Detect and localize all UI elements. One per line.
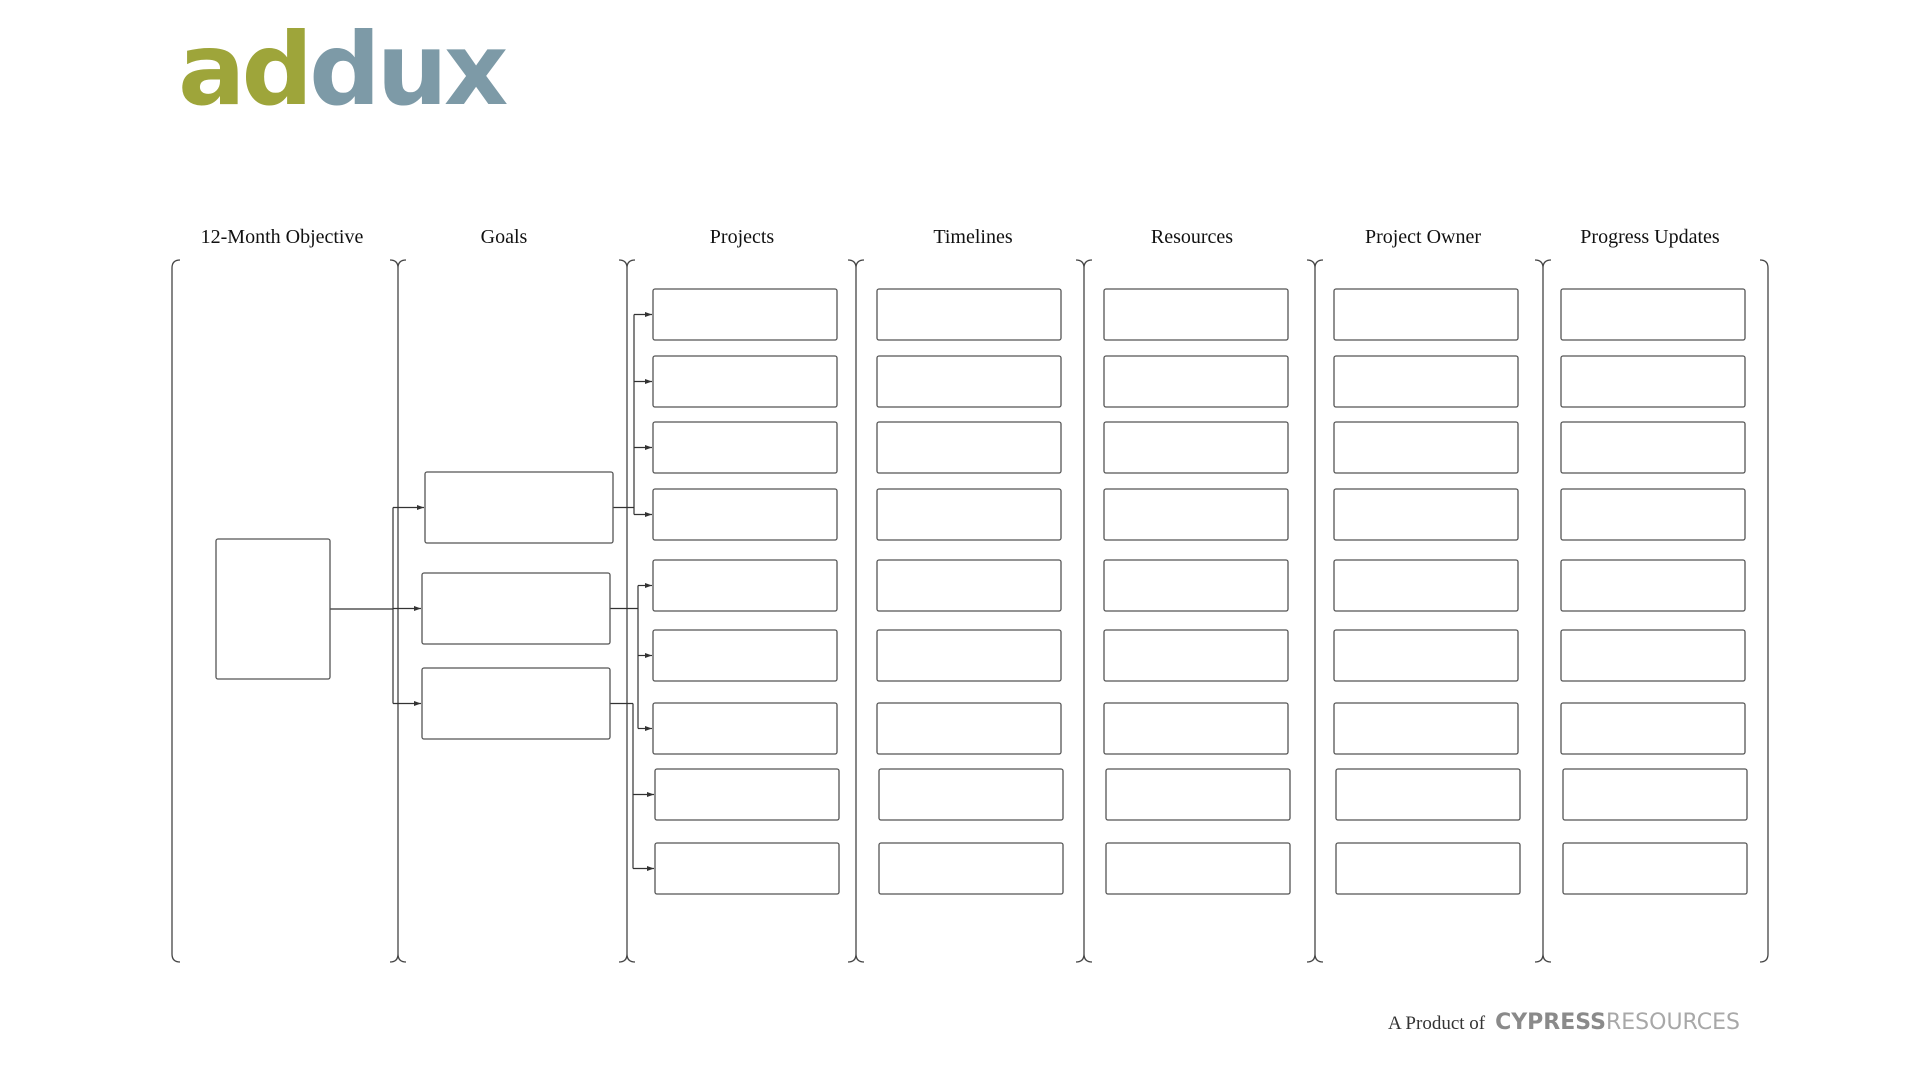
resource-box [1103,488,1289,541]
project-owner-box [1333,629,1519,682]
project-owner-box [1333,488,1519,541]
resource-box [1103,702,1289,755]
resource-box [1103,355,1289,408]
project-owner-box [1333,288,1519,341]
progress-update-box [1562,768,1748,821]
goal-box [421,667,611,740]
progress-update-box [1562,842,1748,895]
project-owner-box [1333,702,1519,755]
timeline-box [876,629,1062,682]
project-owner-box [1333,559,1519,612]
project-box [652,702,838,755]
project-owner-box [1335,768,1521,821]
column-divider [1534,259,1552,963]
footer-prefix: A Product of [1388,1013,1486,1034]
resource-box [1103,288,1289,341]
project-box [652,421,838,474]
progress-update-box [1560,559,1746,612]
resource-box [1103,421,1289,474]
resource-box [1105,768,1291,821]
column-divider [847,259,865,963]
timeline-box [876,421,1062,474]
timeline-box [876,559,1062,612]
planning-diagram [171,259,1769,963]
timeline-box [878,768,1064,821]
progress-update-box [1560,421,1746,474]
resource-box [1103,629,1289,682]
progress-update-box [1560,488,1746,541]
resource-box [1103,559,1289,612]
project-box [654,768,840,821]
project-owner-box [1333,355,1519,408]
project-box [652,629,838,682]
progress-update-box [1560,629,1746,682]
footer-brand-light: RESOURCES [1605,1010,1740,1035]
project-box [654,842,840,895]
project-box [652,288,838,341]
progress-update-box [1560,702,1746,755]
column-divider [171,259,181,963]
column-divider [1306,259,1324,963]
timeline-box [878,842,1064,895]
footer-credit: A Product of CYPRESSRESOURCES [1388,1010,1740,1035]
project-box [652,559,838,612]
footer-brand-bold: CYPRESS [1495,1010,1606,1035]
column-divider [1759,259,1769,963]
project-owner-box [1333,421,1519,474]
goal-box [424,471,614,544]
timeline-box [876,488,1062,541]
progress-update-box [1560,355,1746,408]
column-divider [1075,259,1093,963]
resource-box [1105,842,1291,895]
project-box [652,355,838,408]
goal-box [421,572,611,645]
project-owner-box [1335,842,1521,895]
timeline-box [876,702,1062,755]
timeline-box [876,288,1062,341]
objective-box [215,538,331,680]
timeline-box [876,355,1062,408]
project-box [652,488,838,541]
progress-update-box [1560,288,1746,341]
